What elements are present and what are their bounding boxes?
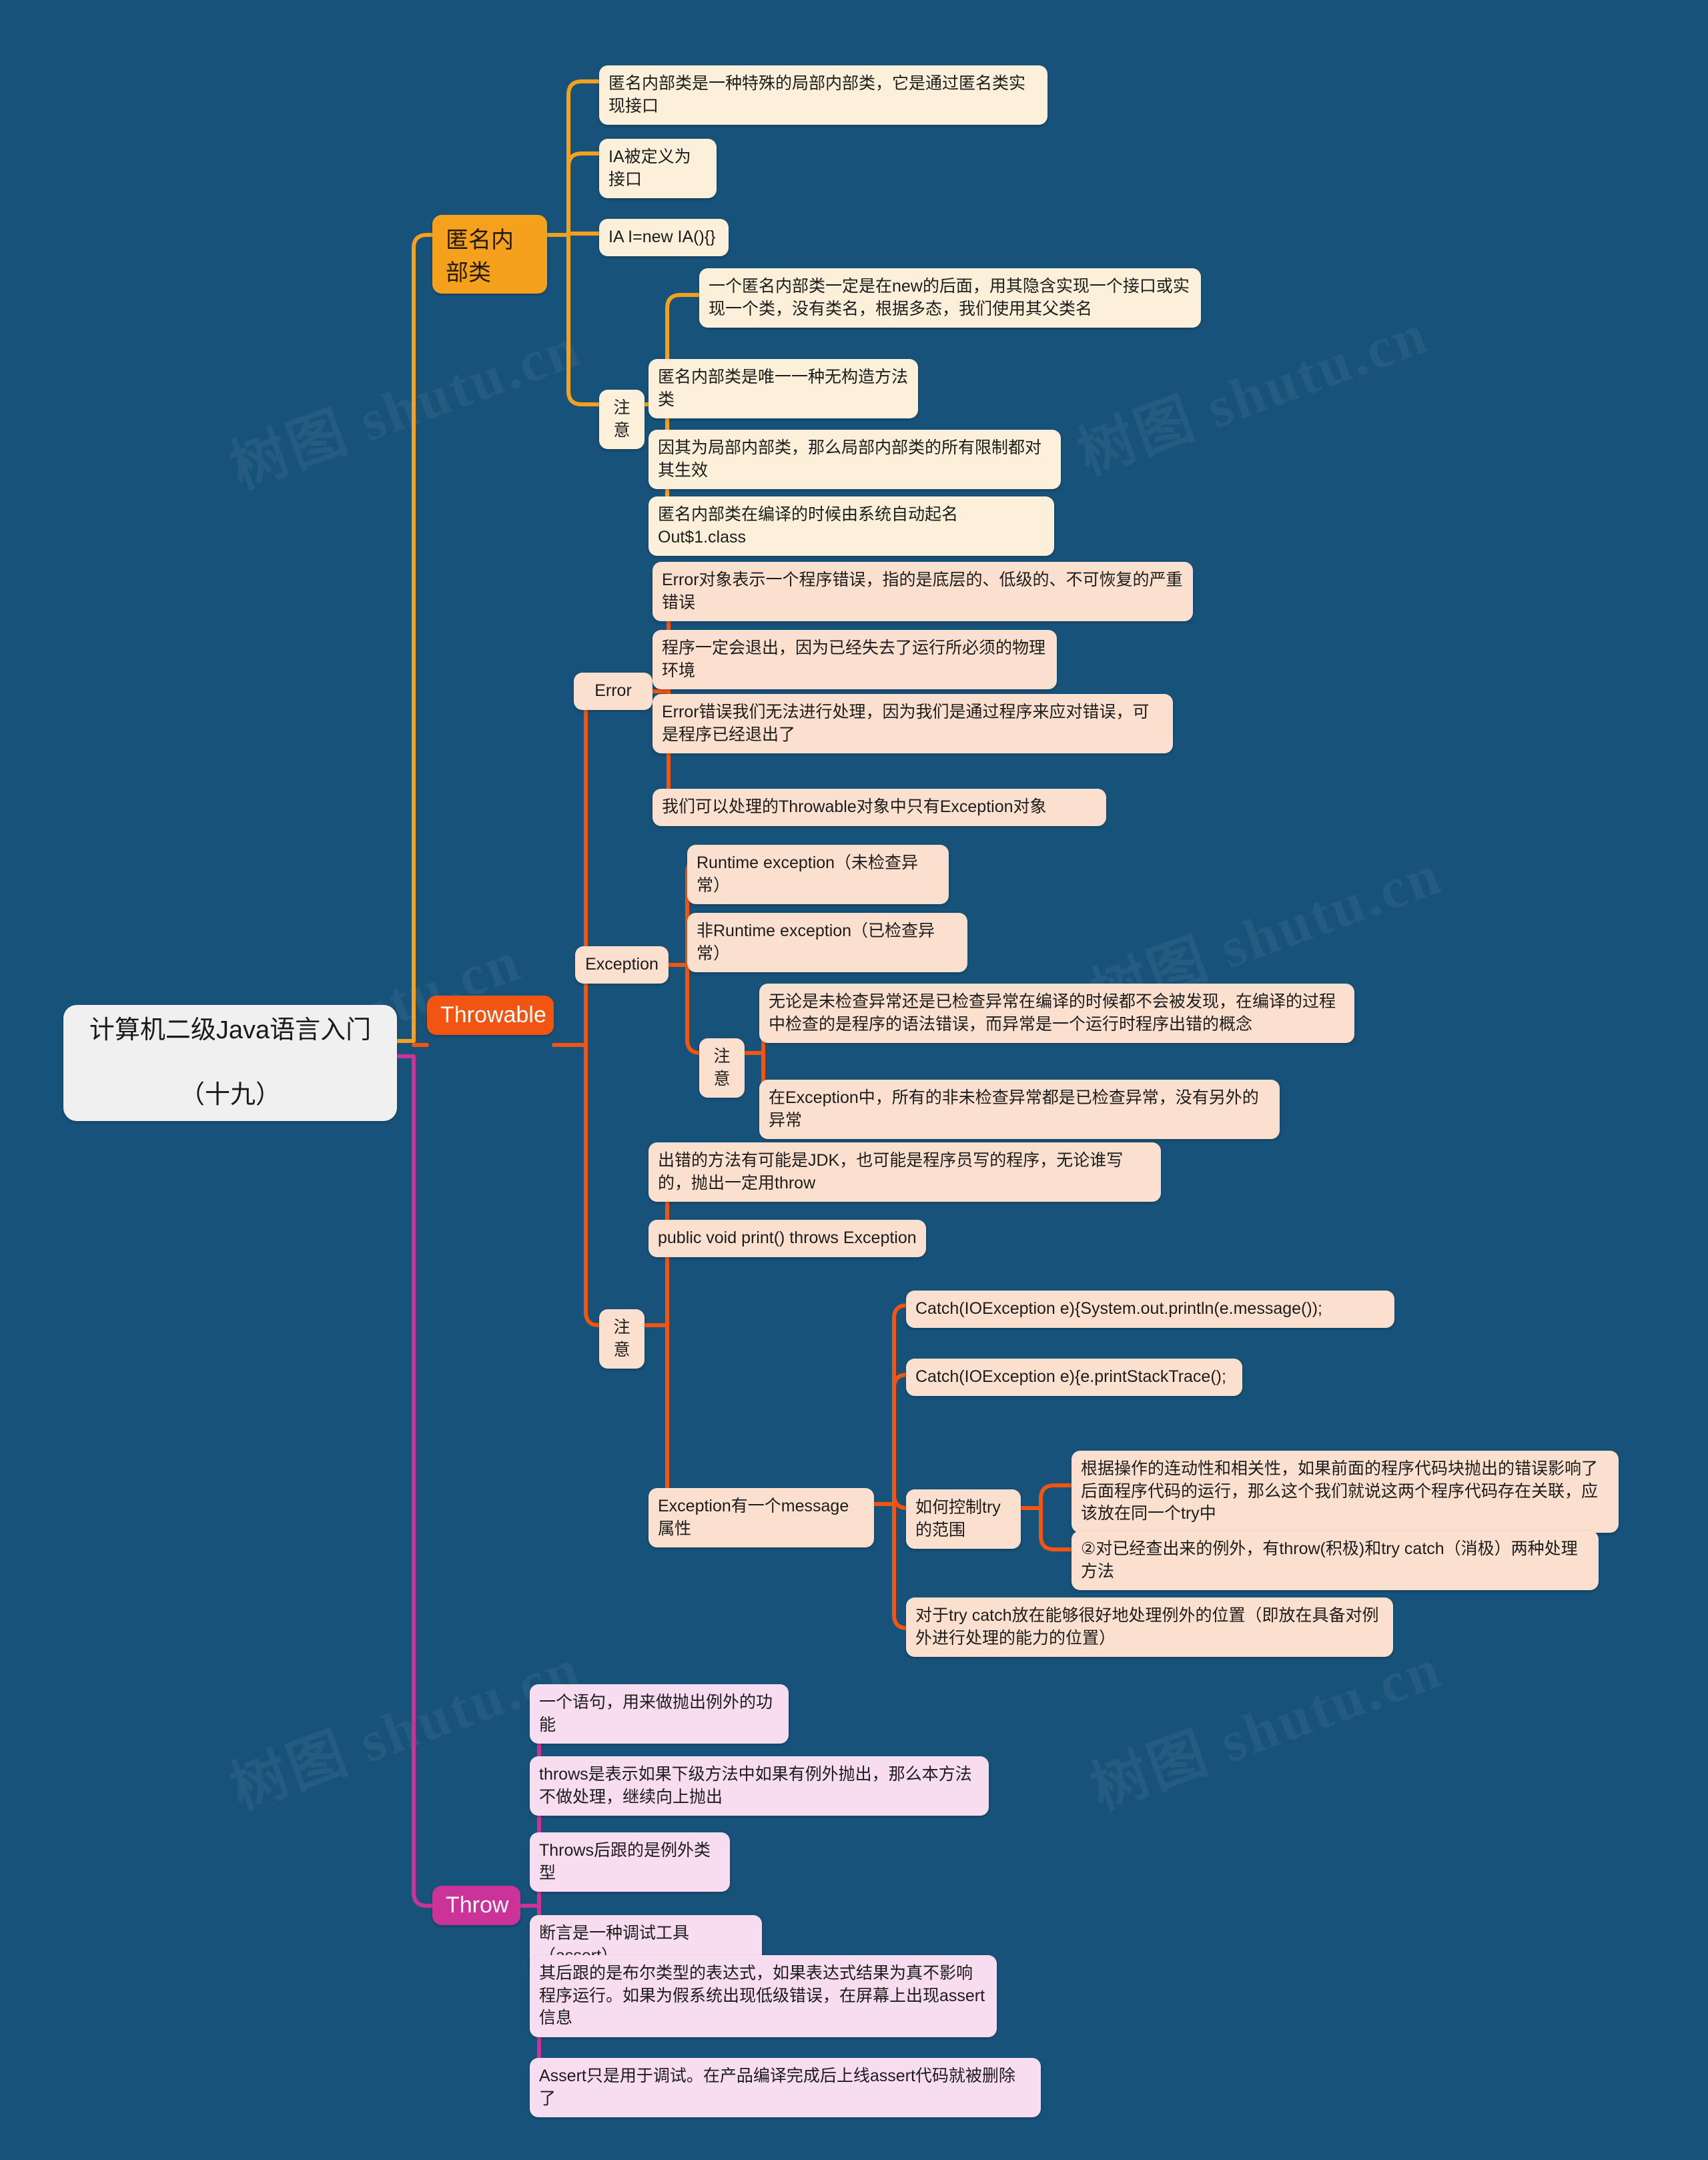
leaf-throw-3[interactable]: Throws后跟的是例外类型 [530,1832,730,1892]
subtopic-error[interactable]: Error [574,673,653,710]
leaf-try-scope-1[interactable]: 根据操作的连动性和相关性，如果前面的程序代码块抛出的错误影响了后面程序代码的运行… [1072,1451,1619,1533]
leaf-runtime-exception[interactable]: Runtime exception（未检查异常） [687,845,949,904]
leaf-exception-note-1[interactable]: 无论是未检查异常还是已检查异常在编译的时候都不会被发现，在编译的过程中检查的是程… [759,984,1354,1043]
subtopic-try-scope[interactable]: 如何控制try的范围 [906,1489,1021,1549]
subtopic-exception-notes[interactable]: 注意 [699,1038,745,1098]
leaf-anonymous-note-2[interactable]: 匿名内部类是唯一一种无构造方法类 [649,359,918,418]
branch-throw[interactable]: Throw [432,1886,520,1925]
leaf-error-2[interactable]: 程序一定会退出，因为已经失去了运行所必须的物理环境 [653,630,1057,689]
leaf-catch-println[interactable]: Catch(IOException e){System.out.println(… [906,1291,1394,1328]
mindmap-canvas: 树图 shutu.cn 树图 shutu.cn 树图 shutu.cn 树图 s… [0,0,1708,2160]
leaf-catch-printstacktrace[interactable]: Catch(IOException e){e.printStackTrace()… [906,1359,1242,1396]
leaf-try-catch-placement[interactable]: 对于try catch放在能够很好地处理例外的位置（即放在具备对例外进行处理的能… [906,1597,1393,1657]
leaf-throw-2[interactable]: throws是表示如果下级方法中如果有例外抛出，那么本方法不做处理，继续向上抛出 [530,1756,989,1816]
branch-throwable[interactable]: Throwable [427,996,554,1035]
branch-label: 匿名内部类 [446,228,514,286]
leaf-anonymous-note-3[interactable]: 因其为局部内部类，那么局部内部类的所有限制都对其生效 [649,430,1061,489]
leaf-throw-6[interactable]: Assert只是用于调试。在产品编译完成后上线assert代码就被删除了 [530,2058,1041,2117]
root-title-line1: 计算机二级Java语言入门 [89,1016,372,1044]
leaf-anonymous-def[interactable]: 匿名内部类是一种特殊的局部内部类，它是通过匿名类实现接口 [599,65,1047,125]
leaf-anonymous-note-1[interactable]: 一个匿名内部类一定是在new的后面，用其隐含实现一个接口或实现一个类，没有类名，… [699,268,1201,328]
leaf-ia-new[interactable]: IA I=new IA(){} [599,219,729,256]
branch-label: Throwable [440,1002,546,1028]
leaf-error-1[interactable]: Error对象表示一个程序错误，指的是底层的、低级的、不可恢复的严重错误 [653,562,1193,621]
branch-anonymous-inner-class[interactable]: 匿名内部类 [432,215,547,294]
root-title-line2: （十九） [179,1081,281,1110]
leaf-throwable-note-1[interactable]: 出错的方法有可能是JDK，也可能是程序员写的程序，无论谁写的，抛出一定用thro… [649,1142,1161,1202]
leaf-anonymous-note-4[interactable]: 匿名内部类在编译的时候由系统自动起名Out$1.class [649,496,1054,556]
leaf-try-scope-2[interactable]: ②对已经查出来的例外，有throw(积极)和try catch（消极）两种处理方… [1072,1531,1599,1590]
leaf-error-4[interactable]: 我们可以处理的Throwable对象中只有Exception对象 [653,789,1106,826]
subtopic-exception[interactable]: Exception [575,946,669,984]
leaf-ia-interface[interactable]: IA被定义为接口 [599,139,717,198]
branch-label: Throw [446,1892,509,1918]
leaf-throw-5[interactable]: 其后跟的是布尔类型的表达式，如果表达式结果为真不影响程序运行。如果为假系统出现低… [530,1955,997,2037]
leaf-error-3[interactable]: Error错误我们无法进行处理，因为我们是通过程序来应对错误，可是程序已经退出了 [653,694,1173,753]
root-node[interactable]: 计算机二级Java语言入门 （十九） [63,1005,397,1121]
leaf-non-runtime-exception[interactable]: 非Runtime exception（已检查异常） [687,913,967,972]
leaf-throw-1[interactable]: 一个语句，用来做抛出例外的功能 [530,1684,789,1744]
subtopic-throwable-notes[interactable]: 注意 [599,1309,645,1369]
subtopic-exception-message[interactable]: Exception有一个message属性 [649,1488,874,1547]
leaf-throwable-note-2[interactable]: public void print() throws Exception [649,1220,926,1257]
leaf-exception-note-2[interactable]: 在Exception中，所有的非未检查异常都是已检查异常，没有另外的异常 [759,1080,1280,1139]
subtopic-anonymous-notes[interactable]: 注意 [599,390,645,449]
